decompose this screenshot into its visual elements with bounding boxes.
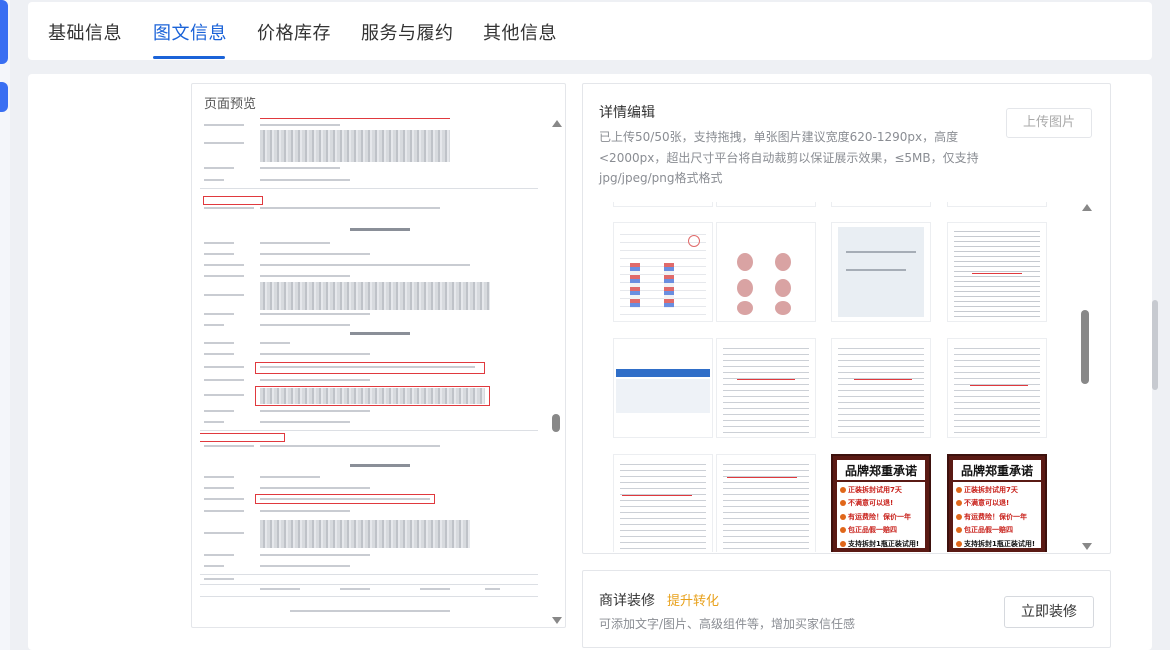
detail-image-thumb[interactable] — [716, 338, 816, 438]
brand-line: 不满意可以退! — [964, 499, 1010, 508]
tab-price-stock[interactable]: 价格库存 — [257, 19, 331, 45]
brand-line: 正装拆封试用7天 — [848, 486, 902, 494]
editor-scroll-thumb[interactable] — [1081, 310, 1089, 384]
detail-image-thumb[interactable] — [947, 338, 1047, 438]
left-rail — [0, 0, 10, 650]
rail-tab-button-2[interactable] — [0, 82, 8, 112]
decoration-title: 商详装修 — [599, 593, 655, 609]
active-tab-indicator — [153, 56, 225, 59]
detail-image-thumb[interactable] — [613, 454, 713, 552]
brand-line: 包正品假一赔四 — [964, 526, 1013, 535]
preview-scroll-thumb[interactable] — [552, 414, 560, 432]
tab-image-text-info[interactable]: 图文信息 — [153, 19, 227, 45]
detail-image-thumb[interactable] — [716, 454, 816, 552]
brand-line: 支持拆封1瓶正装试用! — [964, 539, 1036, 548]
brand-line: 包正品假一赔四 — [848, 526, 897, 535]
scroll-up-arrow-icon[interactable] — [552, 120, 562, 127]
preview-document[interactable] — [200, 118, 540, 618]
editor-scrollbar[interactable] — [1080, 202, 1094, 552]
brand-promise-thumb[interactable]: 品牌郑重承诺 正装拆封试用7天 不满意可以退! 有运费险！保价一年 包正品假一赔… — [947, 454, 1047, 552]
page-scrollbar[interactable] — [1152, 300, 1158, 390]
scroll-up-arrow-icon[interactable] — [1082, 204, 1092, 211]
rail-tab-button[interactable] — [0, 0, 8, 64]
detail-image-thumb[interactable] — [831, 338, 931, 438]
brand-promise-title: 品牌郑重承诺 — [960, 463, 1033, 478]
tab-other-info[interactable]: 其他信息 — [483, 19, 557, 45]
upload-image-button[interactable]: 上传图片 — [1006, 108, 1092, 138]
tab-basic-info[interactable]: 基础信息 — [48, 19, 122, 45]
editor-description: 已上传50/50张，支持拖拽，单张图片建议宽度620-1290px，高度<200… — [599, 130, 979, 185]
decorate-now-button[interactable]: 立即装修 — [1004, 596, 1094, 628]
detail-image-grid: 品牌郑重承诺 正装拆封试用7天 不满意可以退! 有运费险！保价一年 包正品假一赔… — [595, 202, 1065, 552]
detail-image-thumb[interactable] — [831, 202, 931, 207]
detail-image-thumb[interactable] — [947, 222, 1047, 322]
detail-image-thumb[interactable] — [716, 222, 816, 322]
brand-line: 有运费险！保价一年 — [848, 512, 911, 521]
detail-decoration-panel: 商详装修 提升转化 可添加文字/图片、高级组件等，增加买家信任感 立即装修 — [582, 570, 1111, 648]
tab-bar: 基础信息 图文信息 价格库存 服务与履约 其他信息 — [28, 2, 1152, 60]
decoration-description: 可添加文字/图片、高级组件等，增加买家信任感 — [599, 617, 856, 631]
brand-line: 支持拆封1瓶正装试用! — [848, 539, 920, 548]
tab-service-fulfillment[interactable]: 服务与履约 — [361, 19, 454, 45]
detail-image-thumb[interactable] — [947, 202, 1047, 207]
detail-image-thumb[interactable] — [613, 222, 713, 322]
editor-title: 详情编辑 — [599, 105, 655, 121]
detail-image-thumb[interactable] — [716, 202, 816, 207]
scroll-down-arrow-icon[interactable] — [552, 617, 562, 624]
conversion-badge: 提升转化 — [667, 594, 720, 609]
detail-image-thumb[interactable] — [831, 222, 931, 322]
brand-promise-thumb[interactable]: 品牌郑重承诺 正装拆封试用7天 不满意可以退! 有运费险！保价一年 包正品假一赔… — [831, 454, 931, 552]
preview-scrollbar[interactable] — [551, 114, 563, 626]
preview-title: 页面预览 — [204, 97, 257, 112]
detail-image-thumb[interactable] — [613, 338, 713, 438]
brand-line: 不满意可以退! — [848, 499, 894, 508]
scroll-down-arrow-icon[interactable] — [1082, 543, 1092, 550]
page-preview-panel: 页面预览 — [191, 83, 566, 628]
detail-image-thumb[interactable] — [613, 202, 713, 207]
detail-editor-panel: 详情编辑 已上传50/50张，支持拖拽，单张图片建议宽度620-1290px，高… — [582, 83, 1111, 554]
brand-line: 有运费险！保价一年 — [964, 512, 1027, 521]
brand-line: 正装拆封试用7天 — [964, 486, 1018, 494]
brand-promise-title: 品牌郑重承诺 — [844, 463, 917, 478]
